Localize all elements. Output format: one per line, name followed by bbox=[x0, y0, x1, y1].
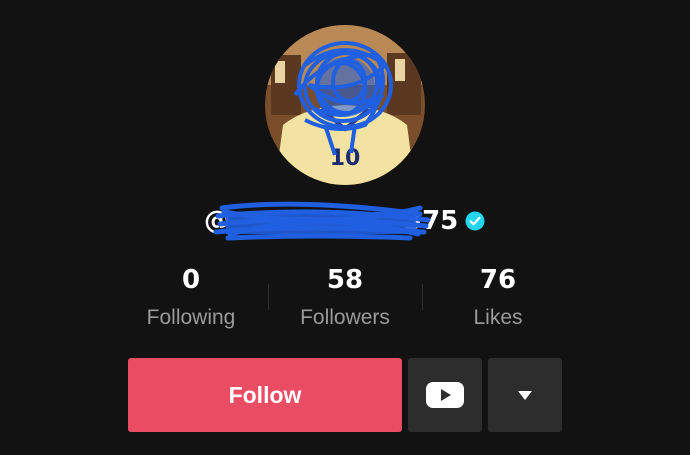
profile-stats: 0 Following 58 Followers 76 Likes bbox=[0, 258, 690, 338]
stat-followers-value: 58 bbox=[326, 265, 364, 295]
stat-followers-label: Followers bbox=[300, 306, 390, 329]
follow-button[interactable]: Follow bbox=[128, 358, 402, 432]
stat-divider bbox=[268, 284, 269, 310]
stat-likes-label: Likes bbox=[473, 306, 523, 329]
stat-likes[interactable]: 76 Likes bbox=[423, 258, 573, 334]
stat-following-value: 0 bbox=[181, 265, 201, 295]
dropdown-arrow-icon bbox=[518, 390, 532, 400]
username-row: @ 375 bbox=[0, 200, 690, 244]
stat-following[interactable]: 0 Following bbox=[116, 258, 266, 334]
avatar-photo: 10 bbox=[265, 25, 425, 185]
username-redaction-scribble bbox=[213, 201, 431, 241]
profile-avatar[interactable]: 10 bbox=[265, 25, 425, 185]
stat-following-label: Following bbox=[146, 306, 236, 329]
youtube-icon bbox=[426, 382, 464, 408]
stat-followers[interactable]: 58 Followers bbox=[270, 258, 420, 334]
more-options-button[interactable] bbox=[488, 358, 562, 432]
stat-likes-value: 76 bbox=[479, 265, 517, 295]
youtube-button[interactable] bbox=[408, 358, 482, 432]
verified-badge-icon bbox=[465, 211, 485, 231]
